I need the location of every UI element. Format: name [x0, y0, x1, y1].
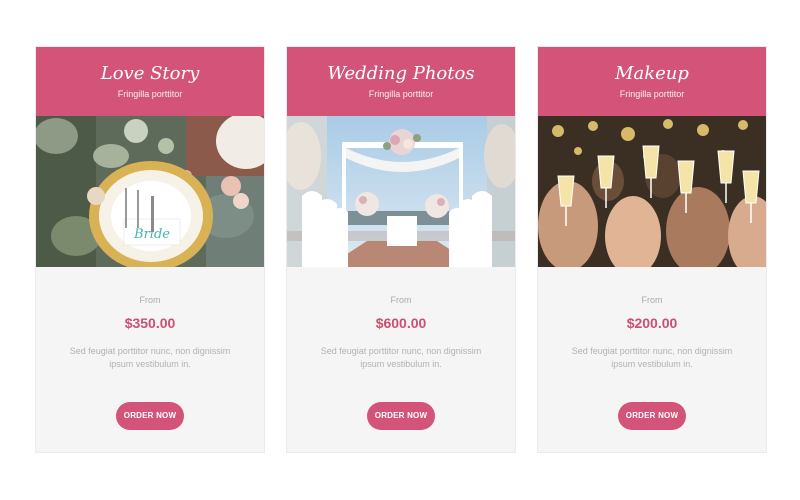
card-title: Love Story — [100, 63, 200, 84]
pricing-card-wedding-photos: Wedding Photos Fringilla porttitor From … — [286, 46, 516, 453]
price: $200.00 — [626, 315, 678, 331]
card-header: Wedding Photos Fringilla porttitor — [287, 47, 515, 116]
card-subtitle: Fringilla porttitor — [368, 89, 434, 99]
card-subtitle: Fringilla porttitor — [619, 89, 685, 99]
card-header: Love Story Fringilla porttitor — [36, 47, 264, 116]
price: $600.00 — [375, 315, 427, 331]
card-description: Sed feugiat porttitor nunc, non dignissi… — [69, 346, 231, 369]
card-body: From $600.00 Sed feugiat porttitor nunc,… — [287, 267, 515, 452]
card-image-table-setting: Bride — [36, 116, 264, 267]
price: $350.00 — [124, 315, 176, 331]
from-label: From — [139, 295, 161, 305]
card-title: Makeup — [615, 63, 689, 84]
card-description: Sed feugiat porttitor nunc, non dignissi… — [571, 346, 733, 369]
card-description: Sed feugiat porttitor nunc, non dignissi… — [320, 346, 482, 369]
card-image-toast — [538, 116, 766, 267]
order-now-button[interactable]: ORDER NOW — [618, 402, 686, 430]
order-now-button[interactable]: ORDER NOW — [116, 402, 184, 430]
pricing-card-love-story: Love Story Fringilla porttitor Bride Fro… — [35, 46, 265, 453]
pricing-cards: Love Story Fringilla porttitor Bride Fro… — [35, 46, 767, 453]
pricing-card-makeup: Makeup Fringilla porttitor From $200.00 … — [537, 46, 767, 453]
order-now-button[interactable]: ORDER NOW — [367, 402, 435, 430]
card-body: From $350.00 Sed feugiat porttitor nunc,… — [36, 267, 264, 452]
card-title: Wedding Photos — [327, 63, 475, 84]
card-image-wedding-arch — [287, 116, 515, 267]
card-body: From $200.00 Sed feugiat porttitor nunc,… — [538, 267, 766, 452]
from-label: From — [390, 295, 412, 305]
from-label: From — [641, 295, 663, 305]
card-subtitle: Fringilla porttitor — [117, 89, 183, 99]
card-header: Makeup Fringilla porttitor — [538, 47, 766, 116]
